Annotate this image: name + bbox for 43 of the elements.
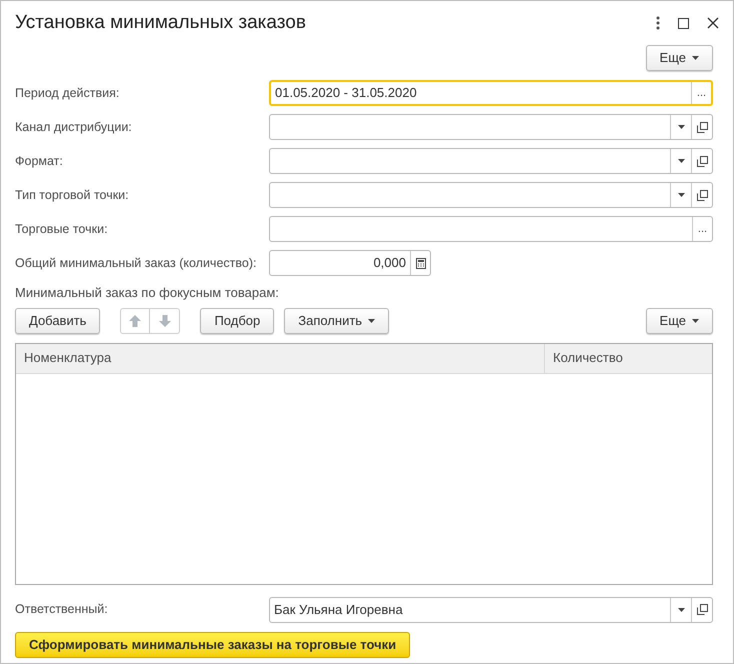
pick-button[interactable]: Подбор [200, 308, 274, 334]
field-label: Общий минимальный заказ (количество): [14, 254, 258, 272]
caret-icon [368, 318, 376, 322]
down-arrow-icon [158, 314, 171, 326]
column-header[interactable]: Номенклатура [16, 344, 545, 372]
caret-icon [678, 125, 684, 129]
input-field[interactable]: 01.05.2020 - 31.05.2020 ... [269, 80, 713, 106]
select-button[interactable]: ... [691, 82, 711, 104]
open-window-icon [696, 122, 708, 132]
column-header[interactable]: Количество [545, 344, 712, 372]
caret-icon [678, 159, 684, 163]
caret-icon [678, 608, 684, 612]
fill-button[interactable]: Заполнить [284, 308, 390, 334]
field-label: Ответственный: [14, 601, 109, 618]
caret-icon [678, 193, 684, 197]
add-button[interactable]: Добавить [15, 308, 100, 334]
caret-icon [692, 318, 699, 322]
open-window-icon [696, 604, 708, 615]
open-window-icon [696, 156, 708, 166]
section-title: Минимальный заказ по фокусным товарам: [14, 284, 280, 302]
more-button[interactable]: Еще [646, 45, 713, 71]
up-arrow-icon [129, 314, 142, 326]
field-label: Торговые точки: [14, 220, 109, 238]
calculator-icon [416, 258, 426, 268]
input-field[interactable] [269, 148, 713, 174]
input-field[interactable] [269, 114, 713, 140]
input-field[interactable]: 0,000 [269, 250, 431, 276]
input-field[interactable] [269, 182, 713, 208]
maximize-icon[interactable] [678, 18, 689, 28]
caret-icon [692, 56, 699, 60]
more-button[interactable]: Еще [646, 308, 713, 334]
window-title: Установка минимальных заказов [15, 10, 307, 35]
field-label: Период действия: [14, 84, 120, 102]
input-field[interactable]: Бак Ульяна Игоревна [269, 596, 713, 622]
close-icon[interactable] [707, 17, 719, 29]
select-button[interactable]: ... [692, 217, 712, 241]
field-label: Канал дистрибуции: [14, 118, 133, 136]
input-field[interactable]: ... [269, 216, 713, 242]
open-window-icon [696, 190, 708, 200]
more-options-icon[interactable] [656, 16, 660, 30]
field-label: Формат: [14, 152, 64, 170]
generate-orders-button[interactable]: Сформировать минимальные заказы на торговые точки [15, 632, 410, 658]
field-label: Тип торговой точки: [14, 186, 130, 204]
